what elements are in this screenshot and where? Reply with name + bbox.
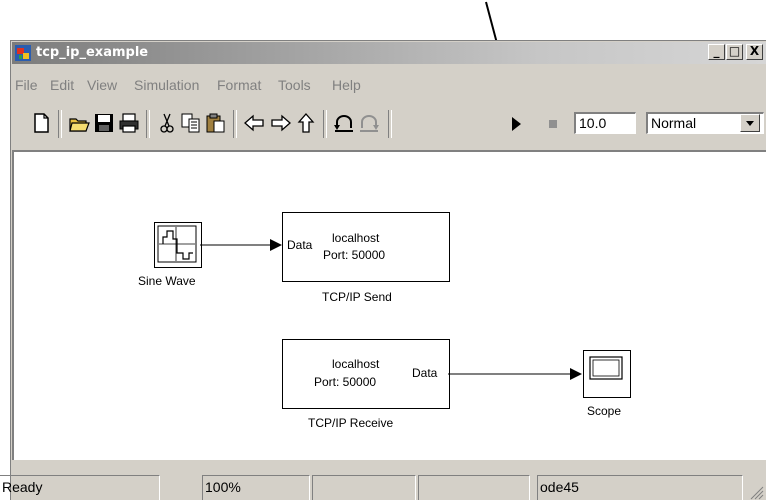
stop-icon[interactable] [542,113,564,135]
paste-icon[interactable] [205,112,227,134]
menu-bar [12,66,766,88]
sine-wave-label: Sine Wave [138,274,196,288]
save-icon[interactable] [93,112,115,134]
send-host-text: localhost [332,231,380,245]
window-title: tcp_ip_example [36,45,149,60]
chevron-down-icon [746,121,754,126]
dropdown-arrow-button[interactable] [740,114,760,132]
toolbar-separator [388,110,392,138]
scope-label: Scope [587,404,622,418]
menu-view[interactable]: View [87,77,117,93]
sine-wave-icon [157,225,197,263]
minimize-button[interactable]: _ [708,44,725,60]
forward-icon[interactable] [270,112,292,134]
play-icon[interactable] [505,113,527,135]
close-button[interactable]: X [746,44,763,60]
undo-icon[interactable] [333,112,355,134]
status-solver: ode45 [537,475,743,500]
menu-help[interactable]: Help [332,77,361,93]
sine-wave-block[interactable] [154,222,202,268]
maximize-button[interactable]: □ [726,44,743,60]
menu-format[interactable]: Format [217,77,261,93]
scope-icon [589,356,623,380]
menu-simulation[interactable]: Simulation [134,77,199,93]
toolbar-separator [58,110,62,138]
tcp-ip-send-label: TCP/IP Send [322,290,392,304]
status-zoom: 100% [202,475,310,500]
copy-icon[interactable] [180,112,202,134]
send-port-text: Port: 50000 [323,248,386,262]
open-icon[interactable] [68,112,90,134]
model-canvas[interactable] [12,150,766,460]
signal-line[interactable] [200,237,284,253]
menu-edit[interactable]: Edit [50,77,74,93]
stop-time-input[interactable]: 10.0 [574,112,636,134]
receive-data-port-label: Data [412,366,438,380]
tcp-ip-receive-label: TCP/IP Receive [308,416,394,430]
status-panel-empty [418,475,530,500]
signal-line[interactable] [448,366,584,382]
new-icon[interactable] [30,112,52,134]
resize-grip-icon[interactable] [748,484,764,500]
redo-icon[interactable] [358,112,380,134]
receive-host-text: localhost [332,357,380,371]
toolbar-separator [323,110,327,138]
simulink-app-icon [15,45,31,61]
status-panel-empty [312,475,416,500]
back-icon[interactable] [243,112,265,134]
toolbar-separator [233,110,237,138]
cut-icon[interactable] [156,112,178,134]
send-data-port-label: Data [287,238,313,252]
toolbar-separator [146,110,150,138]
menu-tools[interactable]: Tools [278,77,311,93]
status-state: Ready [0,475,160,500]
print-icon[interactable] [118,112,140,134]
up-icon[interactable] [295,112,317,134]
scope-block[interactable] [583,350,631,398]
receive-port-text: Port: 50000 [314,375,377,389]
menu-file[interactable]: File [15,77,38,93]
